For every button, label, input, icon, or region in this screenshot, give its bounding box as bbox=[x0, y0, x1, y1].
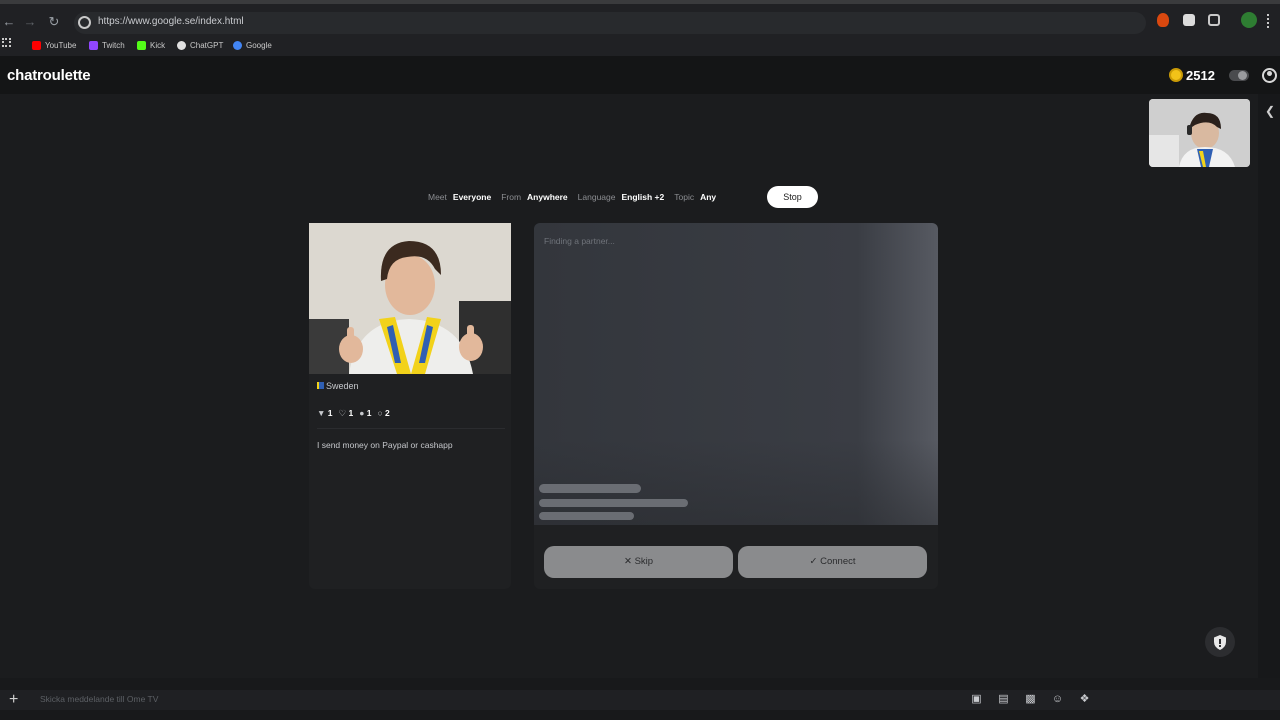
site-info-icon[interactable] bbox=[78, 16, 91, 29]
partner-video bbox=[309, 223, 511, 374]
stat-heart-icon: ♡ 1 bbox=[338, 408, 354, 418]
site-logo[interactable]: chatroulette bbox=[7, 67, 91, 84]
skeleton-line bbox=[539, 499, 688, 507]
stop-button[interactable]: Stop bbox=[767, 186, 818, 208]
forward-icon[interactable]: → bbox=[21, 12, 39, 32]
message-input[interactable]: Skicka meddelande till Ome TV bbox=[40, 694, 158, 704]
emoji-icon[interactable]: ☺ bbox=[1051, 693, 1064, 706]
language-label: Language bbox=[577, 192, 616, 202]
language-filter[interactable]: English +2 bbox=[621, 192, 664, 202]
country-label: Sweden bbox=[326, 381, 359, 391]
profile-avatar-icon[interactable] bbox=[1241, 12, 1257, 28]
partner-bio: I send money on Paypal or cashapp bbox=[317, 440, 453, 450]
site-header bbox=[0, 56, 1280, 94]
bookmark-twitch[interactable]: Twitch bbox=[89, 37, 125, 53]
bookmark-chatgpt[interactable]: ChatGPT bbox=[177, 37, 223, 53]
close-icon: ✕ bbox=[623, 556, 632, 567]
skip-label: Skip bbox=[634, 556, 654, 567]
browser-menu-icon[interactable] bbox=[1267, 14, 1271, 28]
stat-value: 1 bbox=[327, 408, 333, 418]
gift-icon[interactable]: ▣ bbox=[970, 693, 983, 706]
bookmark-youtube[interactable]: YouTube bbox=[32, 37, 76, 53]
chevron-left-icon[interactable]: ❮ bbox=[1265, 104, 1275, 118]
partner-country: Sweden bbox=[317, 381, 359, 391]
topic-filter[interactable]: Any bbox=[700, 192, 716, 202]
chat-status: Finding a partner... bbox=[544, 236, 615, 246]
coin-icon bbox=[1169, 68, 1183, 82]
shield-icon bbox=[1214, 635, 1226, 650]
stat-value: 1 bbox=[366, 408, 372, 418]
apps-grid-icon[interactable] bbox=[2, 38, 11, 47]
self-camera-preview bbox=[1149, 99, 1250, 167]
address-bar[interactable]: https://www.google.se/index.html bbox=[74, 12, 1146, 34]
plus-icon[interactable]: + bbox=[9, 690, 18, 710]
connect-button[interactable]: ✓ Connect bbox=[738, 546, 927, 578]
chatgpt-icon bbox=[177, 40, 186, 50]
connect-label: Connect bbox=[820, 556, 856, 567]
filter-bar: Meet Everyone From Anywhere Language Eng… bbox=[428, 186, 720, 208]
topic-label: Topic bbox=[674, 192, 695, 202]
bookmark-label: Google bbox=[246, 40, 272, 50]
check-icon: ✓ bbox=[809, 556, 818, 567]
bookmark-kick[interactable]: Kick bbox=[137, 37, 165, 53]
extension-icon[interactable] bbox=[1183, 14, 1195, 26]
right-sidebar bbox=[1258, 94, 1280, 678]
from-label: From bbox=[501, 192, 522, 202]
sticker-icon[interactable]: ▩ bbox=[1024, 693, 1037, 706]
stat-value: 1 bbox=[348, 408, 354, 418]
account-icon[interactable] bbox=[1262, 68, 1277, 83]
divider bbox=[317, 428, 505, 429]
youtube-icon bbox=[32, 40, 41, 50]
gif-icon[interactable]: ▤ bbox=[997, 693, 1010, 706]
stat-value: 2 bbox=[384, 408, 390, 418]
sweden-flag-icon bbox=[317, 382, 324, 389]
bookmark-label: Kick bbox=[150, 40, 166, 50]
back-icon[interactable]: ← bbox=[0, 12, 18, 32]
meet-label: Meet bbox=[428, 192, 447, 202]
skeleton-line bbox=[539, 512, 634, 520]
kick-icon bbox=[137, 40, 146, 50]
url-text: https://www.google.se/index.html bbox=[98, 16, 244, 27]
bookmark-label: Twitch bbox=[102, 40, 125, 50]
bookmark-label: YouTube bbox=[45, 40, 77, 50]
skip-button[interactable]: ✕ Skip bbox=[544, 546, 733, 578]
fire-extension-icon[interactable] bbox=[1157, 13, 1169, 27]
stat-chat-icon: ○ 2 bbox=[377, 408, 390, 418]
toggle-knob bbox=[1238, 71, 1247, 80]
safety-button[interactable] bbox=[1205, 627, 1235, 657]
meet-filter[interactable]: Everyone bbox=[453, 192, 491, 202]
coin-balance[interactable]: 2512 bbox=[1186, 68, 1215, 83]
apps-icon[interactable]: ❖ bbox=[1078, 693, 1091, 706]
bookmark-google[interactable]: Google bbox=[233, 37, 272, 53]
reload-icon[interactable]: ↻ bbox=[45, 12, 63, 32]
extensions-puzzle-icon[interactable] bbox=[1208, 14, 1220, 26]
partner-stats: ▼ 1 ♡ 1 ● 1 ○ 2 bbox=[317, 408, 390, 419]
browser-toolbar: ← → ↻ https://www.google.se/index.html bbox=[0, 4, 1280, 34]
from-filter[interactable]: Anywhere bbox=[527, 192, 568, 202]
skeleton-line bbox=[539, 484, 641, 493]
twitch-icon bbox=[89, 40, 98, 50]
stat-badge-icon: ▼ 1 bbox=[317, 408, 333, 418]
bookmark-label: ChatGPT bbox=[190, 40, 224, 50]
stat-user-icon: ● 1 bbox=[359, 408, 372, 418]
google-icon bbox=[233, 40, 242, 50]
